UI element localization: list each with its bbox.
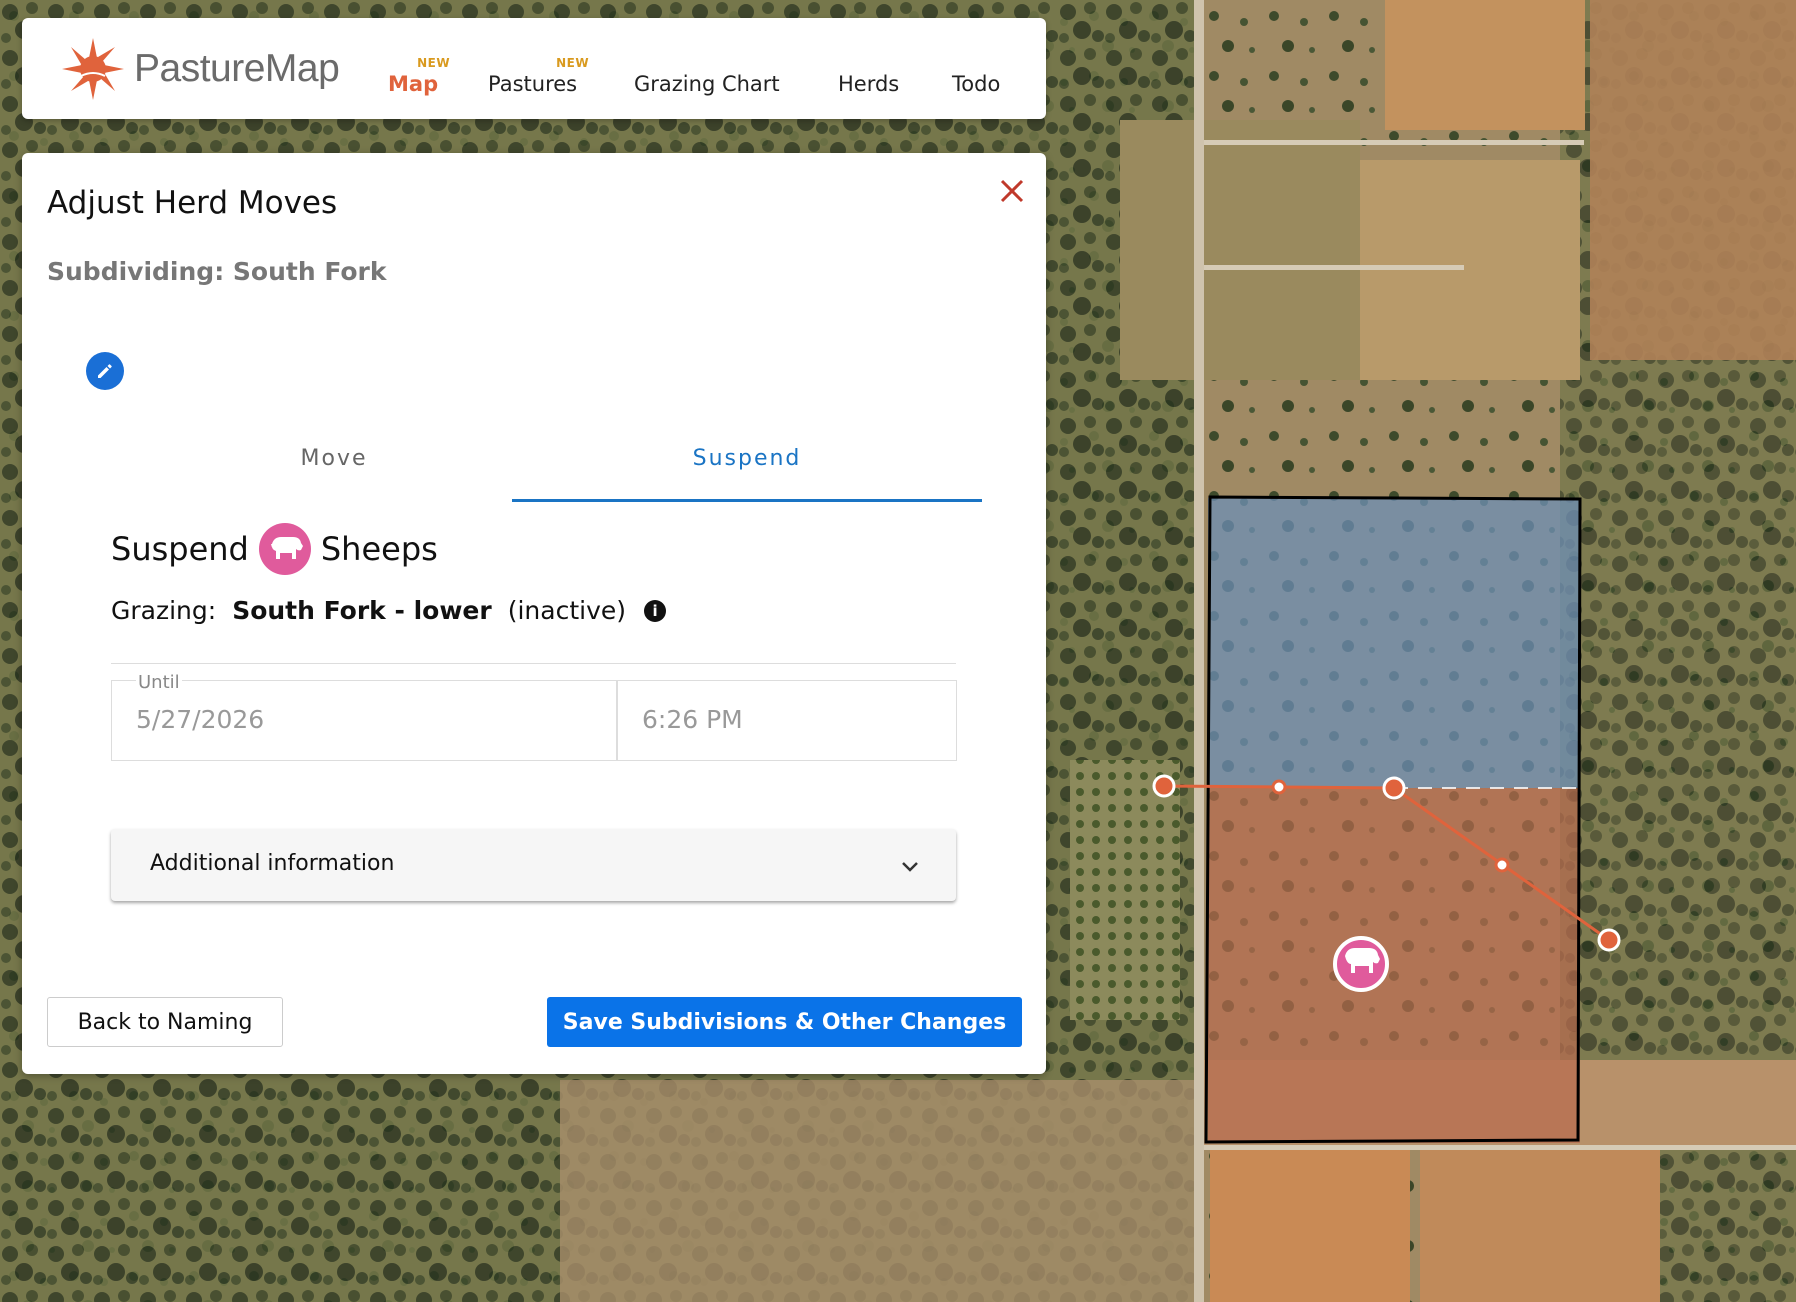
edit-button[interactable] bbox=[86, 352, 124, 390]
split-midpoint[interactable] bbox=[1494, 857, 1510, 873]
herd-name: Sheeps bbox=[320, 530, 438, 568]
split-vertex[interactable] bbox=[1597, 928, 1621, 952]
nav-grazing-chart[interactable]: Grazing Chart bbox=[634, 72, 780, 96]
tab-suspend[interactable]: Suspend bbox=[512, 446, 982, 502]
top-navigation: PastureMap Map NEW Pastures NEW Grazing … bbox=[22, 18, 1046, 119]
new-badge: NEW bbox=[556, 56, 590, 70]
panel-subtitle: Subdividing: South Fork bbox=[47, 257, 387, 286]
additional-information-accordion[interactable]: Additional information bbox=[111, 829, 956, 901]
tab-move[interactable]: Move bbox=[99, 446, 569, 499]
accordion-label: Additional information bbox=[150, 851, 395, 876]
until-time-value: 6:26 PM bbox=[642, 705, 743, 734]
grazing-pasture: South Fork - lower bbox=[232, 596, 492, 625]
close-icon[interactable] bbox=[996, 175, 1028, 207]
nav-map[interactable]: Map NEW bbox=[388, 56, 450, 96]
adjust-herd-moves-panel: Adjust Herd Moves Subdividing: South For… bbox=[22, 153, 1046, 1074]
divider bbox=[111, 663, 956, 664]
nav-label: Grazing Chart bbox=[634, 72, 780, 96]
nav-label: Pastures bbox=[488, 72, 578, 96]
herd-map-marker[interactable] bbox=[1333, 936, 1389, 992]
split-vertex[interactable] bbox=[1152, 774, 1176, 798]
nav-herds[interactable]: Herds bbox=[838, 72, 899, 96]
new-badge: NEW bbox=[417, 56, 451, 70]
suspend-verb: Suspend bbox=[111, 530, 249, 568]
nav-todo[interactable]: Todo bbox=[952, 72, 1000, 96]
nav-label: Herds bbox=[838, 72, 900, 96]
nav-label: Map bbox=[388, 72, 439, 96]
split-vertex[interactable] bbox=[1382, 776, 1406, 800]
grazing-status: (inactive) bbox=[507, 596, 627, 625]
until-date-value: 5/27/2026 bbox=[136, 705, 265, 734]
brand-name: PastureMap bbox=[134, 47, 340, 90]
panel-title: Adjust Herd Moves bbox=[47, 185, 338, 221]
brand-logo[interactable]: PastureMap bbox=[60, 36, 340, 102]
pasture-lower[interactable] bbox=[1208, 788, 1580, 1143]
suspend-heading: Suspend Sheeps bbox=[111, 523, 438, 575]
sheep-icon bbox=[258, 523, 311, 575]
nav-label: Todo bbox=[952, 72, 1001, 96]
pasture-upper[interactable] bbox=[1208, 498, 1580, 788]
until-label: Until bbox=[136, 672, 182, 693]
until-date-field[interactable]: Until 5/27/2026 bbox=[111, 672, 617, 761]
grazing-label: Grazing: bbox=[111, 596, 217, 625]
chevron-down-icon bbox=[902, 862, 918, 872]
info-icon[interactable]: i bbox=[644, 599, 667, 622]
back-to-naming-button[interactable]: Back to Naming bbox=[47, 997, 283, 1047]
sun-logo-icon bbox=[62, 38, 124, 100]
until-time-field[interactable]: 6:26 PM bbox=[617, 680, 957, 761]
nav-pastures[interactable]: Pastures NEW bbox=[488, 56, 589, 96]
grazing-info: Grazing: South Fork - lower (inactive) i bbox=[111, 596, 667, 625]
split-midpoint[interactable] bbox=[1271, 779, 1287, 795]
pencil-icon bbox=[98, 364, 112, 378]
save-changes-button[interactable]: Save Subdivisions & Other Changes bbox=[547, 997, 1022, 1047]
